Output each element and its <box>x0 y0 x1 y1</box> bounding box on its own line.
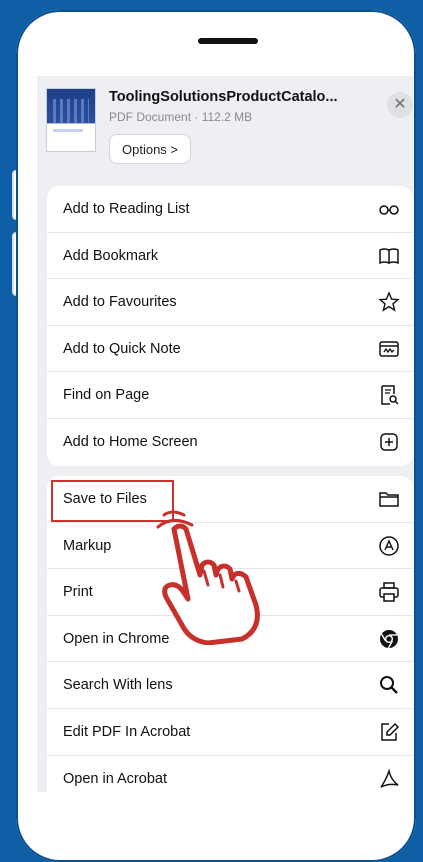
options-button[interactable]: Options > <box>109 134 192 164</box>
menu-item-add-to-favourites[interactable]: Add to Favourites <box>47 279 413 326</box>
menu-item-label: Add to Home Screen <box>63 433 198 450</box>
star-icon <box>378 291 400 313</box>
menu-item-add-to-quick-note[interactable]: Add to Quick Note <box>47 326 413 373</box>
menu-item-label: Add Bookmark <box>63 247 159 264</box>
document-thumbnail <box>46 88 96 152</box>
markup-icon <box>378 535 400 557</box>
menu-item-add-bookmark[interactable]: Add Bookmark <box>47 233 413 280</box>
add-square-icon <box>378 431 400 453</box>
menu-item-label: Markup <box>63 537 112 554</box>
menu-item-label: Add to Quick Note <box>63 340 181 357</box>
document-subtitle: PDF Document · 112.2 MB <box>109 110 253 124</box>
find-on-page-icon <box>378 384 400 406</box>
menu-item-open-in-acrobat[interactable]: Open in Acrobat <box>47 756 413 792</box>
acrobat-icon <box>378 767 400 790</box>
menu-item-search-with-lens[interactable]: Search With lens <box>47 662 413 709</box>
menu-item-label: Find on Page <box>63 387 150 404</box>
menu-item-label: Add to Reading List <box>63 201 190 217</box>
menu-item-label: Search With lens <box>63 677 173 694</box>
chrome-icon <box>378 628 400 650</box>
menu-item-label: Open in Acrobat <box>63 770 167 787</box>
phone-speaker <box>198 38 258 44</box>
menu-item-edit-pdf-in-acrobat[interactable]: Edit PDF In Acrobat <box>47 709 413 756</box>
share-sheet: ToolingSolutionsProductCatalo... PDF Doc… <box>37 76 413 792</box>
actions-group-1: Add to Reading List Add Bookmark Add to … <box>47 186 413 466</box>
menu-item-label: Print <box>63 584 93 601</box>
printer-icon <box>378 581 400 603</box>
edit-icon <box>378 721 400 743</box>
menu-item-label: Edit PDF In Acrobat <box>63 723 191 740</box>
folder-icon <box>378 488 400 510</box>
pointing-hand-icon <box>150 505 280 646</box>
close-button[interactable]: ✕ <box>387 92 413 118</box>
menu-item-add-to-home-screen[interactable]: Add to Home Screen <box>47 419 413 466</box>
menu-item-label: Add to Favourites <box>63 294 177 311</box>
document-title: ToolingSolutionsProductCatalo... <box>109 89 338 105</box>
menu-item-find-on-page[interactable]: Find on Page <box>47 372 413 419</box>
quick-note-icon <box>378 338 400 360</box>
book-icon <box>378 245 400 267</box>
glasses-icon <box>378 198 400 220</box>
magnifier-icon <box>378 674 400 696</box>
document-header: ToolingSolutionsProductCatalo... PDF Doc… <box>37 76 413 186</box>
menu-item-add-to-reading-list[interactable]: Add to Reading List <box>47 186 413 233</box>
